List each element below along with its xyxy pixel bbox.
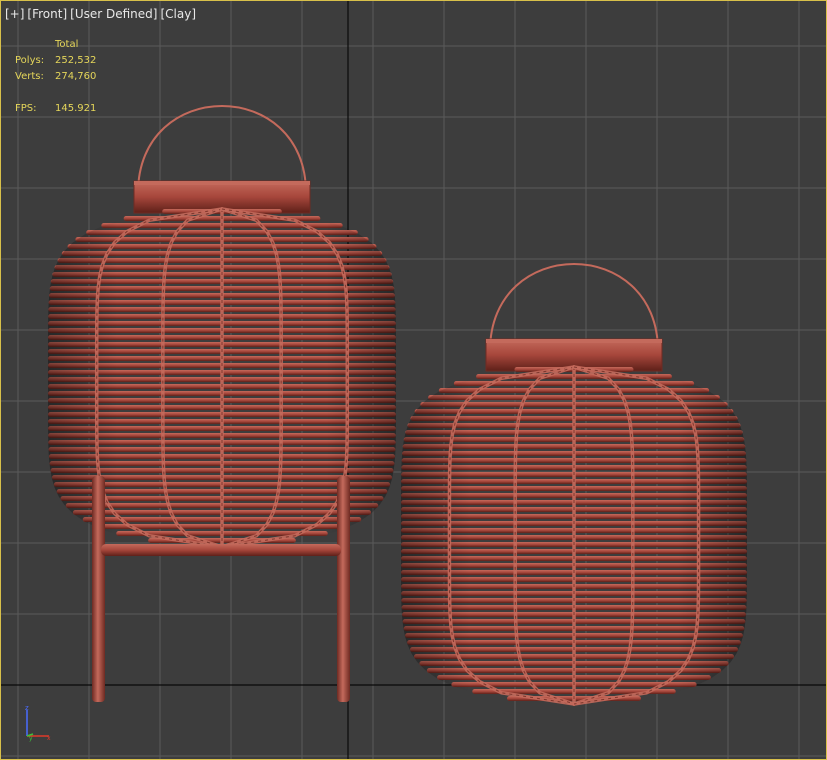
stats-polys-value: 252,532 — [55, 55, 97, 66]
viewport-menu-plus[interactable]: [+] — [5, 7, 24, 21]
lantern-collar-rim — [134, 181, 310, 185]
stats-verts-label: Verts: — [15, 71, 44, 82]
viewport-label[interactable]: [+] [Front] [User Defined] [Clay] — [5, 7, 199, 21]
stats-fps-label: FPS: — [15, 103, 37, 114]
gizmo-z-label: z — [25, 704, 29, 712]
gizmo-y-label: y — [29, 735, 33, 742]
viewport-scene[interactable] — [1, 1, 827, 760]
viewport-visual-style-menu[interactable]: [Clay] — [160, 7, 196, 21]
lantern-collar-rim — [486, 339, 662, 343]
lantern-with-stand[interactable] — [48, 105, 397, 702]
viewport-point-of-view-menu[interactable]: [Front] — [27, 7, 67, 21]
stand-leg-right — [337, 476, 350, 702]
stand-crossbar — [101, 544, 341, 556]
lantern-handle — [137, 105, 307, 194]
stats-verts-value: 274,760 — [55, 71, 97, 82]
stats-fps-value: 145.921 — [55, 103, 97, 114]
axis-tripod-icon: z y x — [25, 704, 51, 742]
stand-leg-left — [92, 476, 105, 702]
gizmo-x-label: x — [47, 735, 51, 742]
front-viewport[interactable]: [+] [Front] [User Defined] [Clay] Total Pol… — [0, 0, 827, 760]
viewport-shading-preset-menu[interactable]: [User Defined] — [70, 7, 157, 21]
stats-header: Total — [55, 39, 79, 50]
stats-polys-label: Polys: — [15, 55, 45, 66]
